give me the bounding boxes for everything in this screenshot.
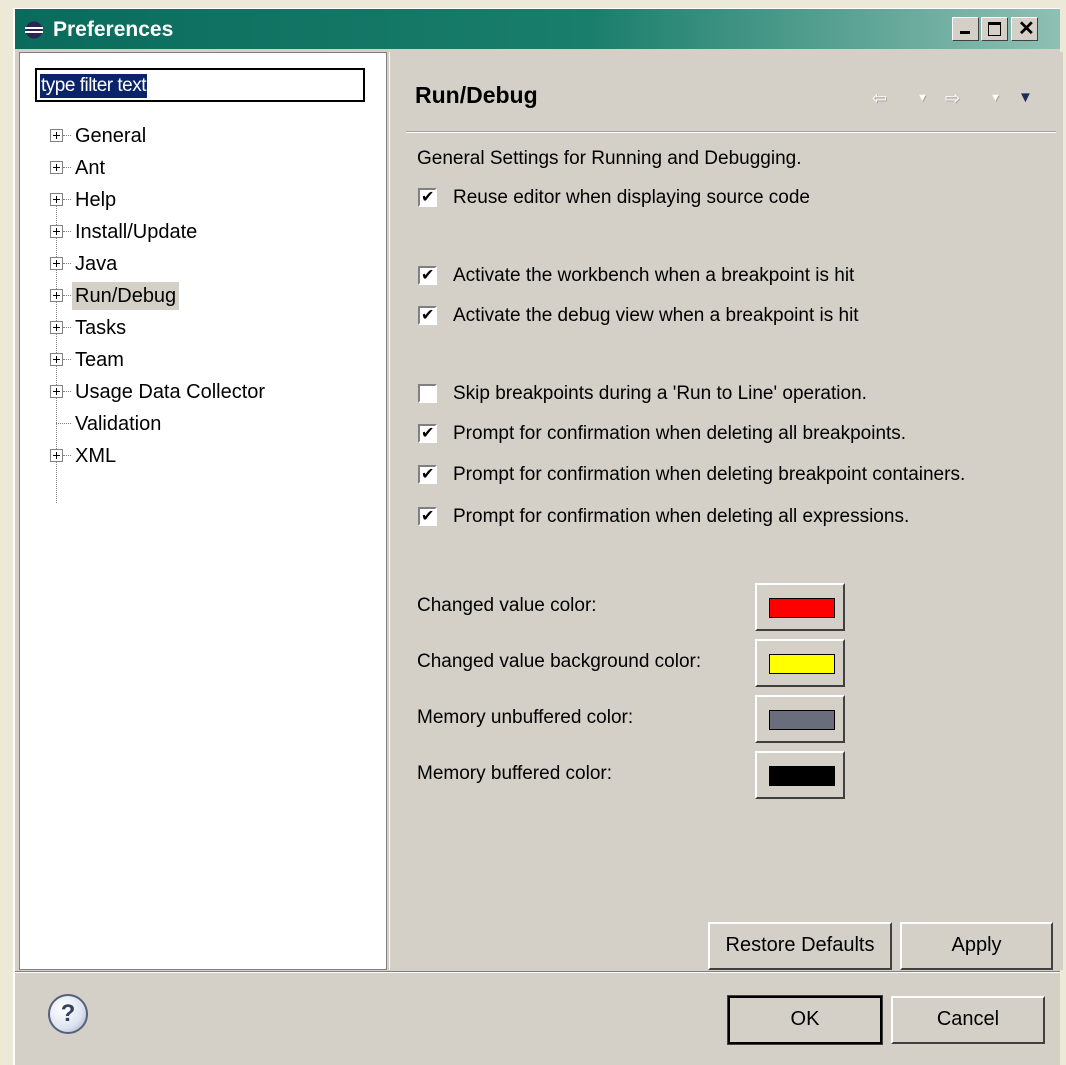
footer-separator [15,971,1060,973]
checkbox-label: Prompt for confirmation when deleting al… [453,423,907,444]
color-picker-button[interactable] [755,583,845,631]
tree-item-label: Java [75,253,118,275]
page-title: Run/Debug [415,82,538,108]
checkbox-label: Reuse editor when displaying source code [453,187,810,208]
preference-page: Run/Debug ⇦ ▼ ⇨ ▼ ▼ General Settings for… [389,52,1063,970]
tree-item-label: XML [75,445,117,467]
checkbox-checked-icon[interactable] [418,464,437,484]
preference-tree-pane: type filter text General Ant Help Install/U… [19,52,387,970]
color-swatch [769,766,835,786]
tree-item-label: Install/Update [75,221,198,243]
expand-icon[interactable] [50,353,63,366]
tree-connector [63,455,71,456]
tree-item-label: Validation [75,413,162,435]
restore-defaults-button[interactable]: Restore Defaults [708,922,892,970]
checkbox-label: Activate the debug view when a breakpoin… [453,305,859,326]
expand-icon[interactable] [50,129,63,142]
title-separator [406,131,1056,133]
expand-icon[interactable] [50,321,63,334]
checkbox-label: Activate the workbench when a breakpoint… [453,265,855,286]
tree-connector [63,135,71,136]
tree-item-label: Run/Debug [72,282,180,310]
expand-icon[interactable] [50,193,63,206]
back-arrow-icon[interactable]: ⇦ [872,88,887,109]
tree-item-label: Usage Data Collector [75,381,266,403]
preferences-window: Preferences ✕ type filter text General An… [13,8,1063,1065]
expand-icon[interactable] [50,449,63,462]
tree-item-label: Ant [75,157,106,179]
filter-input[interactable]: type filter text [35,68,365,102]
color-label: Memory unbuffered color: [417,707,634,728]
expand-icon[interactable] [50,257,63,270]
checkbox-checked-icon[interactable] [418,265,437,285]
back-dropdown-icon[interactable]: ▼ [917,92,928,104]
expand-icon[interactable] [50,225,63,238]
tree-connector [63,231,71,232]
checkbox-label: Prompt for confirmation when deleting al… [453,506,910,527]
color-picker-button[interactable] [755,695,845,743]
help-icon[interactable]: ? [48,994,88,1034]
color-label: Memory buffered color: [417,763,613,784]
eclipse-icon [25,21,43,39]
minimize-button[interactable] [952,17,979,41]
tree-connector [63,327,71,328]
color-swatch [769,710,835,730]
tree-connector [63,199,71,200]
window-title: Preferences [53,18,174,41]
checkbox-label: Skip breakpoints during a 'Run to Line' … [453,383,867,404]
color-label: Changed value background color: [417,651,702,672]
tree-item-label: General [75,125,147,147]
tree-connector [63,167,71,168]
tree-connector [63,359,71,360]
checkbox-checked-icon[interactable] [418,423,437,443]
checkbox-checked-icon[interactable] [418,305,437,325]
checkbox-label: Prompt for confirmation when deleting br… [453,464,966,485]
ok-button[interactable]: OK [727,995,883,1045]
color-label: Changed value color: [417,595,597,616]
expand-icon[interactable] [50,385,63,398]
tree-connector [63,263,71,264]
color-swatch [769,598,835,618]
color-swatch [769,654,835,674]
tree-item-label: Tasks [75,317,127,339]
tree-item-label: Help [75,189,117,211]
maximize-button[interactable] [981,17,1008,41]
forward-dropdown-icon[interactable]: ▼ [990,92,1001,104]
checkbox-checked-icon[interactable] [418,506,437,526]
color-picker-button[interactable] [755,639,845,687]
forward-arrow-icon[interactable]: ⇨ [945,88,960,109]
tree-connector [56,423,71,424]
expand-icon[interactable] [50,289,63,302]
title-bar: Preferences ✕ [15,9,1060,49]
tree-item-label: Team [75,349,124,371]
tree-connector [63,295,71,296]
close-button[interactable]: ✕ [1011,17,1038,41]
cancel-button[interactable]: Cancel [891,996,1045,1044]
tree-connector [63,391,71,392]
checkbox-checked-icon[interactable] [418,187,437,207]
filter-text: type filter text [40,74,147,98]
apply-button[interactable]: Apply [900,922,1053,970]
color-picker-button[interactable] [755,751,845,799]
page-description: General Settings for Running and Debuggi… [417,148,802,169]
expand-icon[interactable] [50,161,63,174]
checkbox-unchecked-icon[interactable] [418,384,437,403]
view-menu-icon[interactable]: ▼ [1018,89,1033,106]
